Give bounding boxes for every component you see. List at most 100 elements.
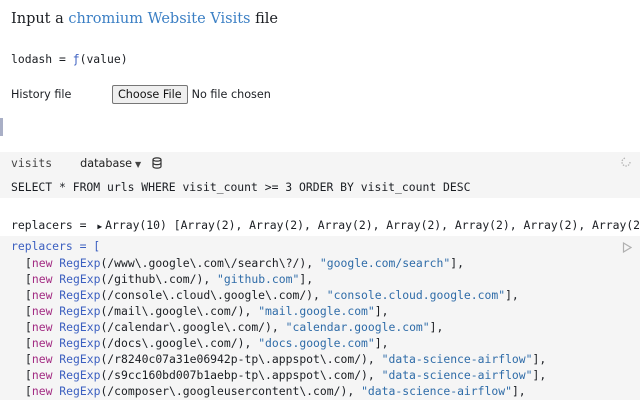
code-punctuation: ], bbox=[532, 368, 547, 382]
new-keyword: new bbox=[31, 288, 53, 302]
page-title: Input a chromium Website Visits file bbox=[11, 11, 278, 27]
code-punctuation: [ bbox=[25, 384, 32, 398]
triangle-right-icon[interactable]: ▶ bbox=[97, 222, 102, 231]
replacers-output[interactable]: replacers = ▶ Array(10) [Array(2), Array(… bbox=[11, 218, 640, 232]
code-punctuation: [ bbox=[25, 368, 32, 382]
code-punctuation: , bbox=[244, 304, 259, 318]
code-line: [new RegExp(/docs\.google\.com/), "docs.… bbox=[25, 335, 389, 351]
new-keyword: new bbox=[31, 256, 53, 270]
sql-cell[interactable]: visits database ▼ SELECT * FROM urls WHER… bbox=[0, 152, 640, 198]
code-punctuation: [ bbox=[25, 304, 32, 318]
code-punctuation: ], bbox=[299, 272, 314, 286]
new-keyword: new bbox=[31, 320, 53, 334]
code-punctuation: , bbox=[367, 352, 382, 366]
regexp-constructor: RegExp bbox=[59, 384, 101, 398]
regexp-constructor: RegExp bbox=[59, 256, 101, 270]
sql-query-text[interactable]: SELECT * FROM urls WHERE visit_count >= … bbox=[11, 180, 470, 194]
run-icon[interactable] bbox=[622, 242, 632, 253]
code-punctuation: , bbox=[203, 272, 218, 286]
code-line: [new RegExp(/s9cc160bd007b1aebp-tp\.apps… bbox=[25, 367, 546, 383]
choose-file-button[interactable]: Choose File bbox=[112, 84, 188, 104]
replacers-eq: = bbox=[72, 218, 94, 232]
code-punctuation: , bbox=[244, 336, 259, 350]
code-line: [new RegExp(/console\.cloud\.google\.com… bbox=[25, 287, 519, 303]
title-suffix: file bbox=[255, 11, 278, 27]
replacement-label: "github.com" bbox=[217, 272, 300, 286]
code-punctuation: ], bbox=[429, 320, 444, 334]
new-keyword: new bbox=[31, 272, 53, 286]
code-line: [new RegExp(/calendar\.google\.com/), "c… bbox=[25, 319, 443, 335]
replacement-label: "data-science-airflow" bbox=[361, 384, 512, 398]
regexp-constructor: RegExp bbox=[59, 288, 101, 302]
regexp-constructor: RegExp bbox=[59, 336, 101, 350]
code-first-line-text: replacers = [ bbox=[11, 239, 101, 253]
file-status: No file chosen bbox=[191, 87, 271, 101]
code-punctuation: [ bbox=[25, 352, 32, 366]
chromium-link[interactable]: chromium bbox=[68, 11, 143, 27]
code-punctuation: ], bbox=[374, 304, 389, 318]
code-punctuation: ], bbox=[511, 384, 526, 398]
code-punctuation: [ bbox=[25, 336, 32, 350]
replacement-label: "google.com/search" bbox=[319, 256, 451, 270]
replacement-label: "docs.google.com" bbox=[258, 336, 375, 350]
regex-pattern: (/console\.cloud\.google\.com/) bbox=[100, 288, 314, 302]
refresh-icon[interactable] bbox=[620, 156, 632, 168]
code-line: [new RegExp(/github\.com/), "github.com"… bbox=[25, 271, 313, 287]
regexp-constructor: RegExp bbox=[59, 368, 101, 382]
replacers-summary: Array(10) [Array(2), Array(2), Array(2),… bbox=[105, 218, 640, 232]
cell-marker[interactable] bbox=[0, 118, 3, 136]
replacement-label: "calendar.google.com" bbox=[285, 320, 430, 334]
regexp-constructor: RegExp bbox=[59, 320, 101, 334]
replacement-label: "data-science-airflow" bbox=[381, 368, 533, 382]
chevron-down-icon: ▼ bbox=[135, 159, 142, 169]
lodash-fn: ƒ bbox=[72, 52, 80, 66]
code-cell[interactable]: replacers = [ [new RegExp(/www\.google\.… bbox=[0, 236, 640, 400]
regex-pattern: (/calendar\.google\.com/) bbox=[100, 320, 272, 334]
lodash-args: (value) bbox=[79, 52, 128, 66]
replacement-label: "mail.google.com" bbox=[258, 304, 375, 318]
code-punctuation: , bbox=[313, 288, 327, 302]
regex-pattern: (/mail\.google\.com/) bbox=[100, 304, 245, 318]
regex-pattern: (/www\.google\.com\/search\?/) bbox=[100, 256, 307, 270]
new-keyword: new bbox=[31, 304, 53, 318]
code-punctuation: , bbox=[306, 256, 320, 270]
sql-cell-toolbar: visits database ▼ bbox=[11, 156, 163, 170]
database-select-label: database bbox=[80, 156, 133, 170]
regex-pattern: (/composer\.googleusercontent\.com/) bbox=[100, 384, 348, 398]
code-punctuation: [ bbox=[25, 256, 32, 270]
lodash-output[interactable]: lodash = ƒ(value) bbox=[11, 52, 128, 66]
database-select[interactable]: database ▼ bbox=[80, 157, 141, 170]
history-file-row: History file Choose File No file chosen bbox=[11, 84, 271, 104]
website-visits-link[interactable]: Website Visits bbox=[148, 11, 251, 27]
sql-cell-name[interactable]: visits bbox=[11, 156, 52, 170]
code-line: [new RegExp(/mail\.google\.com/), "mail.… bbox=[25, 303, 389, 319]
code-punctuation: , bbox=[347, 384, 362, 398]
history-file-label: History file bbox=[11, 87, 72, 101]
code-punctuation: [ bbox=[25, 272, 32, 286]
regex-pattern: (/s9cc160bd007b1aebp-tp\.appspot\.com/) bbox=[100, 368, 368, 382]
code-punctuation: , bbox=[271, 320, 286, 334]
new-keyword: new bbox=[31, 368, 53, 382]
regex-pattern: (/r8240c07a31e06942p-tp\.appspot\.com/) bbox=[100, 352, 368, 366]
title-prefix: Input a bbox=[11, 11, 64, 27]
regex-pattern: (/docs\.google\.com/) bbox=[100, 336, 245, 350]
regexp-constructor: RegExp bbox=[59, 304, 101, 318]
code-first-line: replacers = [ bbox=[11, 238, 100, 254]
lodash-name: lodash bbox=[11, 52, 53, 66]
new-keyword: new bbox=[31, 352, 53, 366]
replacement-label: "console.cloud.google.com" bbox=[326, 288, 506, 302]
new-keyword: new bbox=[31, 384, 53, 398]
database-icon[interactable] bbox=[151, 157, 163, 169]
code-punctuation: [ bbox=[25, 288, 32, 302]
regex-pattern: (/github\.com/) bbox=[100, 272, 204, 286]
code-punctuation: [ bbox=[25, 320, 32, 334]
code-punctuation: ], bbox=[450, 256, 464, 270]
code-punctuation: ], bbox=[505, 288, 519, 302]
lodash-eq: = bbox=[52, 52, 73, 66]
regexp-constructor: RegExp bbox=[59, 352, 101, 366]
new-keyword: new bbox=[31, 336, 53, 350]
code-punctuation: , bbox=[367, 368, 382, 382]
replacers-name: replacers bbox=[11, 218, 73, 232]
replacement-label: "data-science-airflow" bbox=[381, 352, 533, 366]
code-line: [new RegExp(/r8240c07a31e06942p-tp\.apps… bbox=[25, 351, 546, 367]
